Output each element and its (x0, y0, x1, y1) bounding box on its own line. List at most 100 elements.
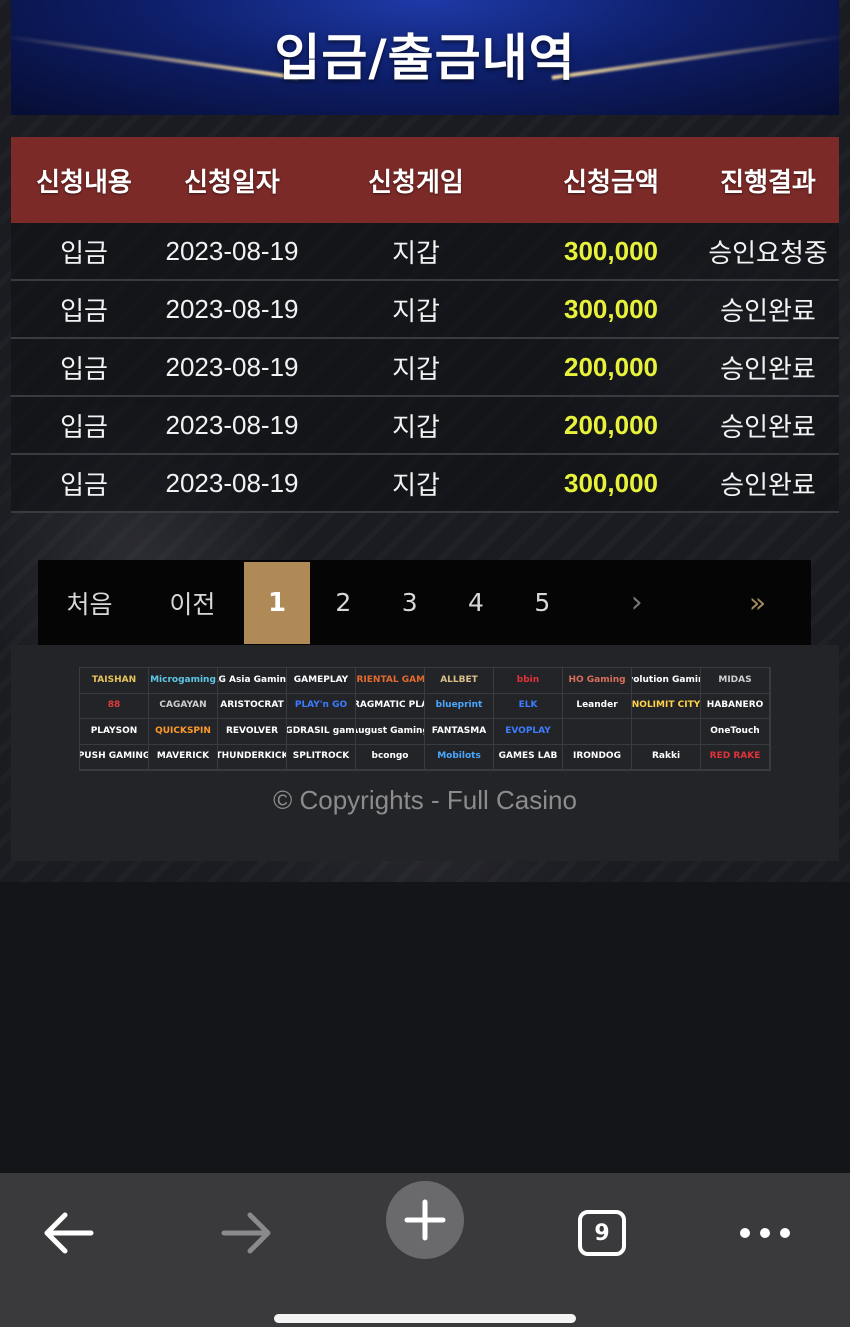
provider-logo: TAISHAN (80, 668, 149, 694)
provider-logo (632, 719, 701, 745)
plus-icon (404, 1199, 446, 1241)
provider-logo: bcongo (356, 744, 425, 770)
cell-type: 입금 (60, 354, 108, 385)
page-header: 입금/출금내역 (11, 0, 839, 115)
provider-logo: blueprint (425, 693, 494, 719)
back-button[interactable] (28, 1193, 108, 1273)
cell-amount: 300,000 (564, 235, 658, 266)
cell-status: 승인요청중 (708, 238, 828, 269)
provider-logo: FANTASMA (425, 719, 494, 745)
provider-logo-grid: TAISHANMicrogamingAG Asia GamingGAMEPLAY… (79, 667, 771, 771)
provider-logo: ALLBET (425, 668, 494, 694)
provider-logo: Mobilots (425, 744, 494, 770)
tab-count: 9 (578, 1210, 626, 1256)
provider-logo: ARISTOCRAT (218, 693, 287, 719)
cell-amount: 300,000 (564, 467, 658, 498)
cell-type: 입금 (60, 412, 108, 443)
cell-status: 승인완료 (720, 412, 816, 443)
column-header-date: 신청일자 (184, 167, 280, 198)
provider-logo: Evolution Gaming (632, 668, 701, 694)
provider-logo: Rakki (632, 744, 701, 770)
pagination-next-button[interactable]: › (575, 562, 698, 644)
provider-logo: NOLIMIT CITY (632, 693, 701, 719)
provider-logo: IRONDOG (563, 744, 632, 770)
arrow-left-icon (44, 1212, 94, 1254)
table-row[interactable]: 입금 2023-08-19 지갑 300,000 승인완료 (11, 281, 839, 339)
cell-date: 2023-08-19 (165, 293, 299, 324)
cell-date: 2023-08-19 (165, 235, 299, 266)
browser-toolbar: 9 (0, 1173, 850, 1327)
forward-button[interactable] (207, 1193, 287, 1273)
footer: TAISHANMicrogamingAG Asia GamingGAMEPLAY… (11, 645, 839, 861)
provider-logo: MIDAS (701, 668, 770, 694)
cell-game: 지갑 (392, 354, 440, 385)
column-header-type: 신청내용 (36, 167, 132, 198)
provider-logo: GAMES LAB (494, 744, 563, 770)
column-header-game: 신청게임 (368, 167, 464, 198)
table-row[interactable]: 입금 2023-08-19 지갑 300,000 승인완료 (11, 455, 839, 513)
provider-logo: August Gaming (356, 719, 425, 745)
cell-amount: 200,000 (564, 351, 658, 382)
pagination-first-button[interactable]: 처음 (38, 562, 141, 644)
provider-logo: AG Asia Gaming (218, 668, 287, 694)
home-indicator (274, 1314, 576, 1323)
cell-date: 2023-08-19 (165, 351, 299, 382)
cell-type: 입금 (60, 296, 108, 327)
table-row[interactable]: 입금 2023-08-19 지갑 300,000 승인요청중 (11, 223, 839, 281)
more-dots-icon (740, 1228, 790, 1238)
provider-logo: RED RAKE (701, 744, 770, 770)
cell-game: 지갑 (392, 296, 440, 327)
provider-logo: OneTouch (701, 719, 770, 745)
pagination-page-3[interactable]: 3 (377, 562, 443, 644)
provider-logo: MAVERICK (149, 744, 218, 770)
transaction-table: 신청내용 신청일자 신청게임 신청금액 진행결과 입금 2023-08-19 지… (11, 137, 839, 513)
provider-logo: YGGDRASIL gaming (287, 719, 356, 745)
cell-amount: 200,000 (564, 409, 658, 440)
cell-type: 입금 (60, 470, 108, 501)
provider-logo: ORIENTAL GAME (356, 668, 425, 694)
pagination: 처음 이전 1 2 3 4 5 › » (38, 560, 811, 645)
provider-logo: GAMEPLAY (287, 668, 356, 694)
provider-logo: 88 (80, 693, 149, 719)
provider-logo: PRAGMATIC PLAY (356, 693, 425, 719)
new-tab-button[interactable] (386, 1181, 464, 1259)
more-button[interactable] (725, 1193, 805, 1273)
table-row[interactable]: 입금 2023-08-19 지갑 200,000 승인완료 (11, 339, 839, 397)
provider-logo: Leander (563, 693, 632, 719)
provider-logo: PLAY'n GO (287, 693, 356, 719)
provider-logo: HO Gaming (563, 668, 632, 694)
provider-logo: SPLITROCK (287, 744, 356, 770)
table-row[interactable]: 입금 2023-08-19 지갑 200,000 승인완료 (11, 397, 839, 455)
cell-status: 승인완료 (720, 354, 816, 385)
cell-status: 승인완료 (720, 470, 816, 501)
provider-logo: THUNDERKICK (218, 744, 287, 770)
pagination-page-5[interactable]: 5 (509, 562, 575, 644)
provider-logo: ELK (494, 693, 563, 719)
provider-logo: EVOPLAY (494, 719, 563, 745)
table-header-row: 신청내용 신청일자 신청게임 신청금액 진행결과 (11, 137, 839, 223)
cell-type: 입금 (60, 238, 108, 269)
copyright-text: © Copyrights - Full Casino (273, 785, 577, 815)
cell-status: 승인완료 (720, 296, 816, 327)
pagination-page-2[interactable]: 2 (310, 562, 376, 644)
cell-game: 지갑 (392, 412, 440, 443)
provider-logo: REVOLVER (218, 719, 287, 745)
cell-game: 지갑 (392, 238, 440, 269)
column-header-status: 진행결과 (720, 167, 816, 198)
column-header-amount: 신청금액 (563, 167, 659, 198)
pagination-last-button[interactable]: » (698, 562, 811, 644)
provider-logo: HABANERO (701, 693, 770, 719)
pagination-prev-button[interactable]: 이전 (141, 562, 244, 644)
cell-date: 2023-08-19 (165, 409, 299, 440)
provider-logo (563, 719, 632, 745)
arrow-right-icon (221, 1212, 271, 1254)
tabs-button[interactable]: 9 (562, 1193, 642, 1273)
pagination-page-1[interactable]: 1 (243, 561, 311, 644)
provider-logo: QUICKSPIN (149, 719, 218, 745)
page-title: 입금/출금내역 (274, 29, 576, 87)
cell-amount: 300,000 (564, 293, 658, 324)
cell-date: 2023-08-19 (165, 467, 299, 498)
pagination-page-4[interactable]: 4 (443, 562, 509, 644)
provider-logo: bbin (494, 668, 563, 694)
provider-logo: PLAYSON (80, 719, 149, 745)
